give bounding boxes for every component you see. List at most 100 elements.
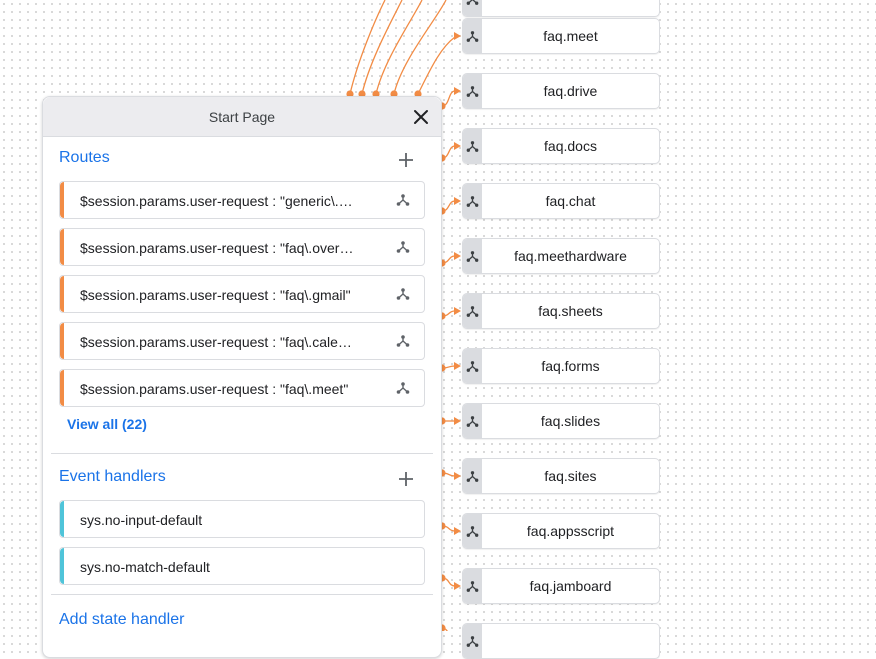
page-node[interactable]: faq.meethardware <box>462 238 660 274</box>
page-node[interactable]: faq.meet <box>462 18 660 54</box>
event-handler-label: sys.no-input-default <box>80 512 203 528</box>
route-condition-label: $session.params.user-request : "faq\.gma… <box>80 287 351 303</box>
page-node-icon-box <box>463 19 482 53</box>
page-node-label: faq.sites <box>544 468 597 484</box>
edge-upward <box>393 0 447 95</box>
page-node-icon-box <box>463 294 482 328</box>
routes-list: $session.params.user-request : "generic\… <box>43 181 441 407</box>
state-handler-section: Add state handler <box>43 601 441 645</box>
view-all-routes-link[interactable]: View all (22) <box>67 416 441 434</box>
event-handlers-title: Event handlers <box>59 468 166 485</box>
route-item[interactable]: $session.params.user-request : "faq\.gma… <box>59 275 425 313</box>
page-node-icon-box <box>463 349 482 383</box>
page-node[interactable]: faq.drive <box>462 73 660 109</box>
page-node[interactable]: faq.appsscript <box>462 513 660 549</box>
page-node-label: faq.docs <box>544 138 597 154</box>
route-item[interactable]: $session.params.user-request : "faq\.mee… <box>59 369 425 407</box>
event-handler-item[interactable]: sys.no-match-default <box>59 547 425 585</box>
edge-arrow <box>454 87 461 95</box>
flow-icon <box>466 580 479 592</box>
page-node-icon-box <box>463 404 482 438</box>
routes-section-header: Routes <box>43 137 441 181</box>
event-accent-bar <box>60 501 64 537</box>
flow-icon <box>466 360 479 372</box>
route-condition-label: $session.params.user-request : "generic\… <box>80 193 358 209</box>
page-node-label: faq.meet <box>543 28 598 44</box>
page-node-label: faq.sheets <box>538 303 603 319</box>
route-condition-label: $session.params.user-request : "faq\.cal… <box>80 334 358 350</box>
page-node[interactable]: faq.docs <box>462 128 660 164</box>
edge-arrow <box>454 527 461 535</box>
page-node-icon-box <box>463 0 482 16</box>
edge-arrow <box>454 197 461 205</box>
route-accent-bar <box>60 370 64 406</box>
flow-icon <box>466 250 479 262</box>
event-handler-item[interactable]: sys.no-input-default <box>59 500 425 538</box>
route-accent-bar <box>60 182 64 218</box>
flow-icon <box>466 85 479 97</box>
flow-icon <box>466 525 479 537</box>
divider <box>51 453 433 454</box>
page-node-icon-box <box>463 74 482 108</box>
page-node[interactable]: faq.chat <box>462 183 660 219</box>
add-event-handler-icon[interactable] <box>395 468 417 490</box>
start-page-panel: Start Page Routes $session.params.user-r… <box>42 96 442 658</box>
route-accent-bar <box>60 276 64 312</box>
route-condition-label: $session.params.user-request : "faq\.ove… <box>80 240 358 256</box>
route-item[interactable]: $session.params.user-request : "generic\… <box>59 181 425 219</box>
page-node[interactable]: faq.sites <box>462 458 660 494</box>
route-accent-bar <box>60 229 64 265</box>
page-node[interactable] <box>462 623 660 659</box>
page-node[interactable]: faq.forms <box>462 348 660 384</box>
edge-arrow <box>454 417 461 425</box>
route-accent-bar <box>60 323 64 359</box>
add-route-icon[interactable] <box>395 149 417 171</box>
edge-to-page <box>417 36 456 95</box>
add-state-handler-link[interactable]: Add state handler <box>59 611 184 629</box>
edge-arrow <box>454 582 461 590</box>
page-node-icon-box <box>463 129 482 163</box>
page-node-icon-box <box>463 459 482 493</box>
page-node-label: faq.slides <box>540 413 601 429</box>
page-node-label: faq.appsscript <box>526 523 615 539</box>
event-accent-bar <box>60 548 64 584</box>
close-icon[interactable] <box>409 105 433 129</box>
panel-title: Start Page <box>208 108 276 125</box>
flow-icon <box>466 305 479 317</box>
edge-arrow <box>454 142 461 150</box>
flow-icon <box>466 195 479 207</box>
page-node-label: faq.drive <box>543 83 598 99</box>
page-node-label: faq.forms <box>541 358 600 374</box>
page-node-label: faq.jamboard <box>529 578 612 594</box>
edge-arrow <box>454 307 461 315</box>
page-node[interactable] <box>462 0 660 17</box>
flow-icon <box>466 30 479 42</box>
flow-icon <box>466 635 479 647</box>
edge-arrow <box>454 472 461 480</box>
flow-icon <box>466 415 479 427</box>
route-condition-label: $session.params.user-request : "faq\.mee… <box>80 381 349 397</box>
page-node-label: faq.chat <box>545 193 596 209</box>
page-node-icon-box <box>463 239 482 273</box>
edge-arrow <box>454 362 461 370</box>
flow-icon <box>466 140 479 152</box>
flow-icon <box>396 194 410 206</box>
flow-icon <box>396 382 410 394</box>
divider <box>51 594 433 595</box>
flow-icon <box>466 0 479 5</box>
panel-header: Start Page <box>43 97 441 137</box>
page-node[interactable]: faq.jamboard <box>462 568 660 604</box>
route-item[interactable]: $session.params.user-request : "faq\.ove… <box>59 228 425 266</box>
flow-icon <box>466 470 479 482</box>
flow-icon <box>396 288 410 300</box>
edge-arrow <box>454 32 461 40</box>
event-handlers-list: sys.no-input-default sys.no-match-default <box>43 500 441 585</box>
event-handler-label: sys.no-match-default <box>80 559 210 575</box>
flow-icon <box>396 335 410 347</box>
routes-title: Routes <box>59 149 110 166</box>
route-item[interactable]: $session.params.user-request : "faq\.cal… <box>59 322 425 360</box>
page-node[interactable]: faq.slides <box>462 403 660 439</box>
page-node-icon-box <box>463 514 482 548</box>
page-node-label: faq.meethardware <box>514 248 627 264</box>
page-node[interactable]: faq.sheets <box>462 293 660 329</box>
